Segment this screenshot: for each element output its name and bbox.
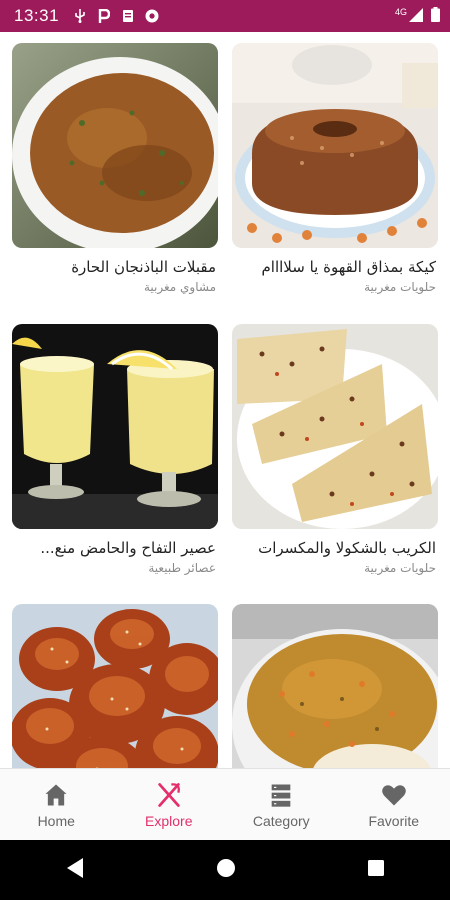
recipe-image[interactable] (12, 43, 218, 248)
recents-icon[interactable] (367, 859, 385, 881)
system-status-icons: 4G (395, 0, 440, 32)
recipe-card[interactable]: مقبلات الباذنجان الحارة مشاوي مغربية (12, 43, 218, 294)
battery-icon (431, 6, 440, 26)
recipe-card[interactable]: عصير التفاح والحامض منع... عصائر طبيعية (12, 324, 218, 575)
heart-icon (381, 785, 406, 806)
recipe-image[interactable] (232, 604, 438, 768)
status-bar: 13:31 4G (0, 0, 450, 32)
recipe-title: مقبلات الباذنجان الحارة (71, 258, 216, 276)
recipe-title: كيكة بمذاق القهوة يا سلاااام (261, 258, 437, 276)
nav-favorite[interactable]: Favorite (338, 769, 450, 841)
recipe-card[interactable] (12, 604, 218, 768)
recipe-card[interactable]: كيكة بمذاق القهوة يا سلاااام حلويات مغرب… (232, 43, 438, 294)
usb-icon (73, 9, 87, 23)
recipe-card[interactable]: الكريب بالشكولا والمكسرات حلويات مغربية (232, 324, 438, 575)
recipe-image[interactable] (12, 604, 218, 768)
category-list-icon (271, 784, 291, 807)
home-circle-icon[interactable] (216, 858, 236, 882)
nav-explore[interactable]: Explore (113, 769, 226, 841)
recipe-category: مشاوي مغربية (143, 280, 216, 294)
recipe-category: حلويات مغربية (364, 561, 436, 575)
chrome-icon (145, 9, 159, 23)
nav-explore-label: Explore (145, 813, 193, 829)
recipe-category: عصائر طبيعية (148, 561, 216, 575)
parking-icon (97, 9, 111, 23)
recipe-card[interactable] (232, 604, 438, 768)
fork-knife-icon (158, 783, 180, 807)
recipe-category: حلويات مغربية (364, 280, 436, 294)
recipe-image[interactable] (232, 324, 438, 529)
bottom-navigation: Home Explore Category Favorite (0, 768, 450, 841)
signal-icon (409, 7, 423, 26)
nav-category-label: Category (252, 813, 310, 829)
recipe-image[interactable] (12, 324, 218, 529)
nav-favorite-label: Favorite (368, 813, 420, 829)
recipe-grid: مقبلات الباذنجان الحارة مشاوي مغربية كيك… (0, 32, 450, 768)
recipe-image[interactable] (232, 43, 438, 248)
clipboard-icon (121, 9, 135, 23)
recipe-title: عصير التفاح والحامض منع... (40, 539, 216, 557)
recipe-title: الكريب بالشكولا والمكسرات (258, 539, 436, 557)
status-time: 13:31 (14, 6, 60, 25)
home-icon (45, 784, 67, 806)
system-navigation-bar (0, 840, 450, 900)
nav-category[interactable]: Category (225, 769, 338, 841)
nav-home-label: Home (37, 813, 75, 829)
network-type: 4G (394, 7, 407, 17)
back-icon[interactable] (65, 857, 85, 883)
notification-icons (73, 9, 159, 23)
nav-home[interactable]: Home (0, 769, 113, 841)
